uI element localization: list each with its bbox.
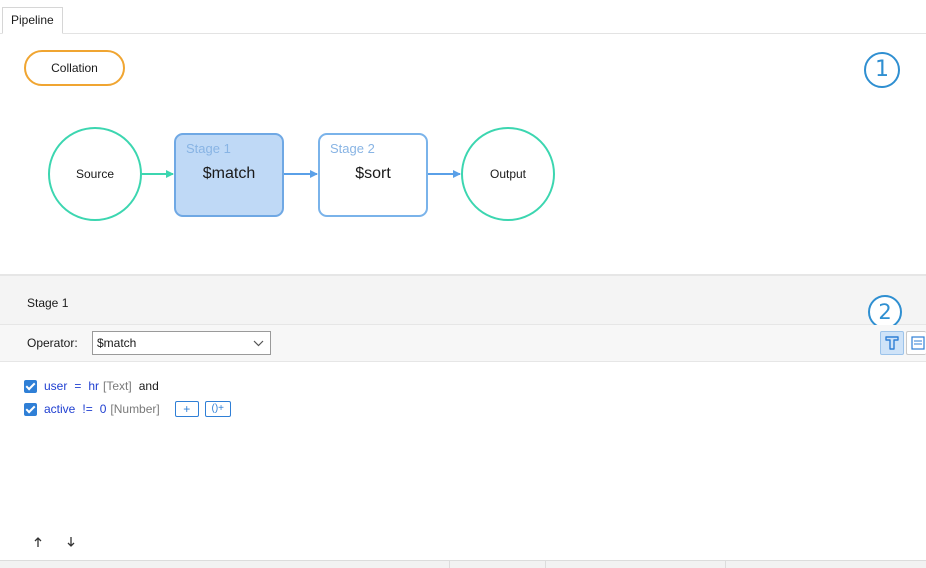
condition-field[interactable]: user [44,379,67,393]
column-divider [725,560,726,568]
column-divider [449,560,450,568]
add-group-button[interactable]: ()+ [204,401,231,417]
results-header [0,560,926,568]
stage-panel-header: Stage 1 [0,274,926,325]
connectors [142,170,461,178]
condition-checkbox[interactable] [24,402,37,416]
source-node[interactable]: Source [48,127,142,221]
operator-row: Operator: $match [0,325,926,362]
stage-node-2[interactable]: Stage 2 $sort [318,133,428,217]
pipeline-canvas: Collation 1 Source Stage 1 $match Stage … [0,34,926,274]
column-divider [545,560,546,568]
operator-select[interactable]: $match [92,331,271,355]
tab-bar: Pipeline [0,0,926,34]
condition-operator[interactable]: = [74,379,81,393]
stage-node-operator: $match [202,165,256,182]
move-up-button[interactable] [33,536,43,551]
operator-select-value: $match [97,336,137,350]
tab-pipeline[interactable]: Pipeline [2,7,63,34]
arrow-up-icon [34,537,42,547]
condition-field[interactable]: active [44,402,75,416]
stage-panel-title: Stage 1 [27,296,69,310]
condition-row: user = hr [Text] and [24,378,159,394]
arrow-down-icon [67,537,75,547]
condition-value[interactable]: hr [88,379,99,393]
move-down-button[interactable] [66,536,76,551]
collation-button[interactable]: Collation [24,50,125,86]
condition-checkbox[interactable] [24,379,37,393]
condition-row: active != 0 [Number] + ()+ [24,401,231,417]
condition-type[interactable]: [Number] [110,402,159,416]
output-node[interactable]: Output [461,127,555,221]
stage-node-label: Stage 2 [330,141,375,156]
list-tool-button[interactable] [906,331,926,355]
filter-tool-button[interactable] [880,331,904,355]
condition-type[interactable]: [Text] [103,379,132,393]
stage-node-label: Stage 1 [186,141,231,156]
add-condition-button[interactable]: + [174,401,199,417]
stage-node-1[interactable]: Stage 1 $match [174,133,284,217]
stage-node-operator: $sort [355,165,391,182]
condition-conjunction[interactable]: and [139,379,159,393]
condition-operator[interactable]: != [82,402,92,416]
condition-value[interactable]: 0 [100,402,107,416]
filter-icon [885,336,899,350]
callout-badge-2: 2 [868,295,902,329]
list-icon [911,336,925,350]
operator-label: Operator: [27,336,78,350]
callout-badge-1: 1 [864,52,900,88]
chevron-down-icon [253,335,264,354]
